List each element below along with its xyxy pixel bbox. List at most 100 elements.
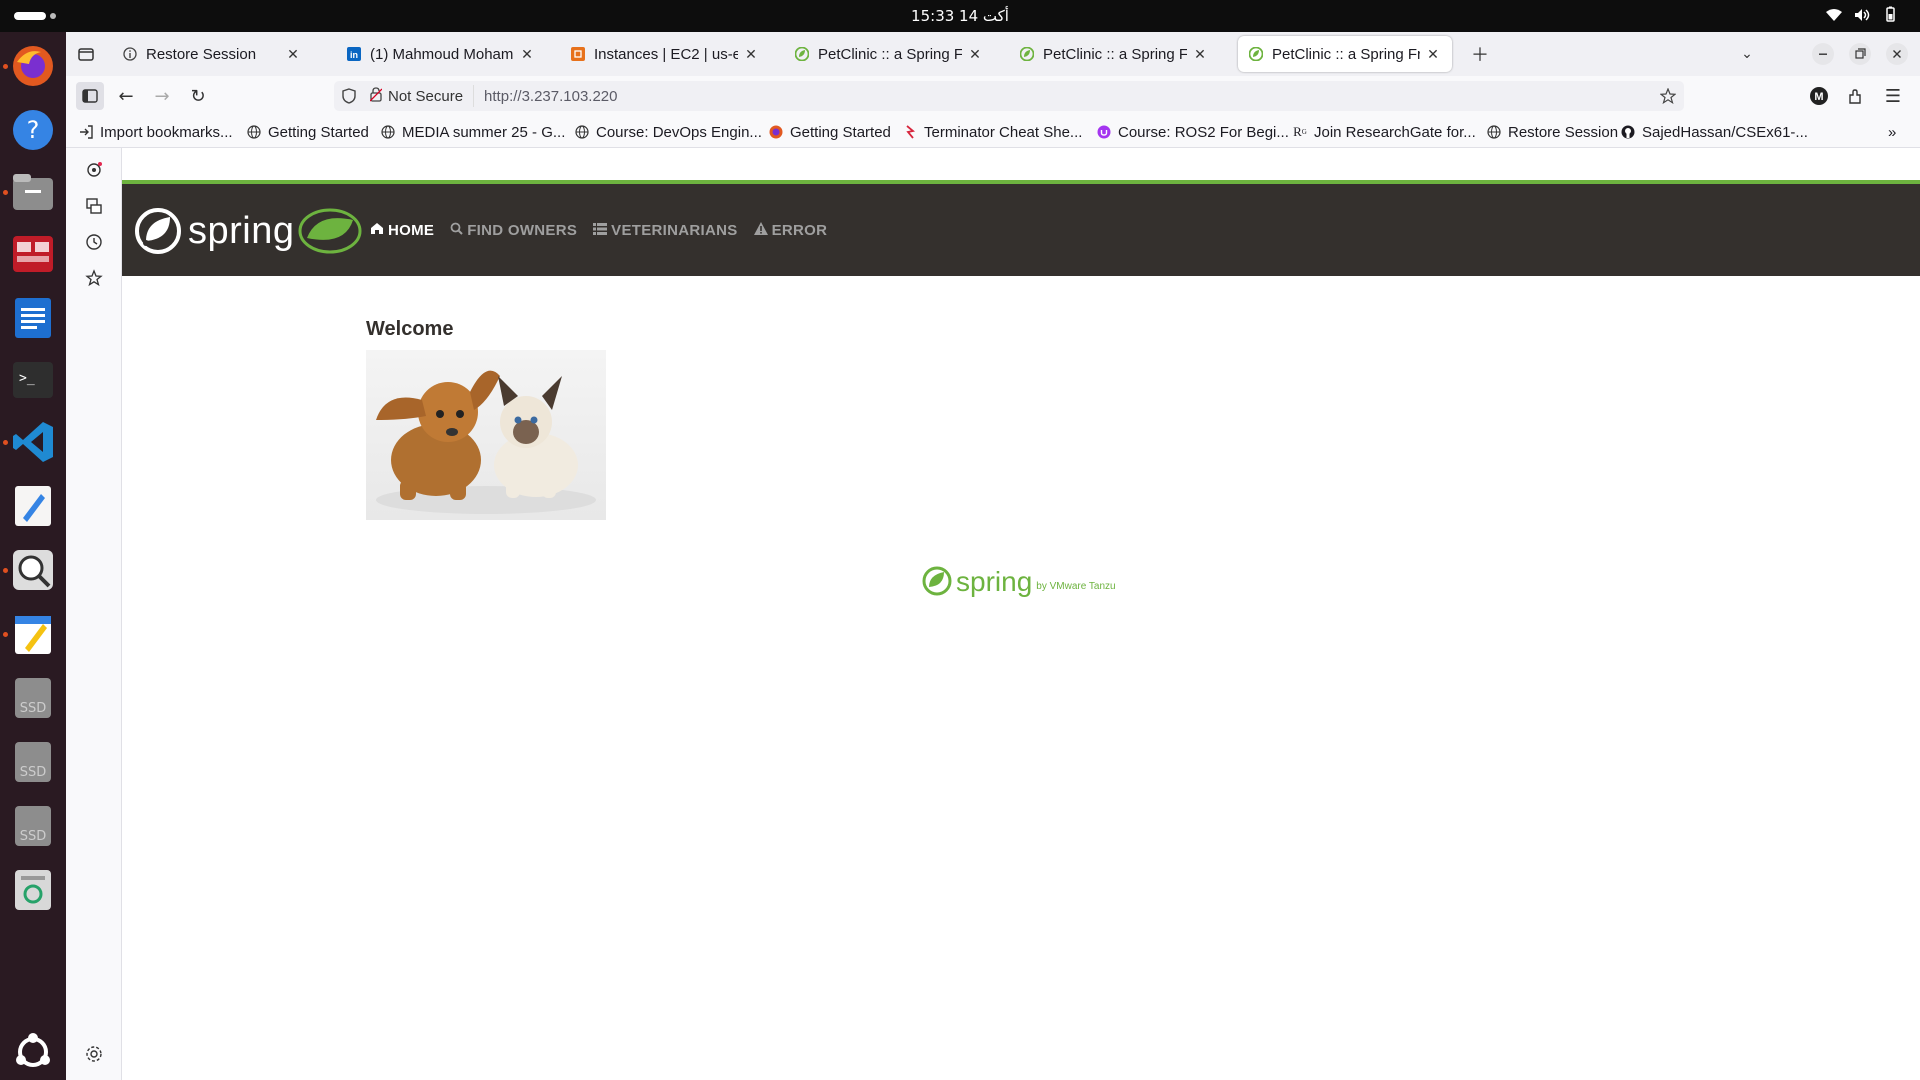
tab-ec2[interactable]: Instances | EC2 | us-east-1 ✕: [560, 36, 770, 72]
github-icon: [1620, 124, 1636, 140]
researchgate-icon: RG: [1293, 124, 1307, 139]
aws-ec2-icon: [570, 46, 586, 62]
search-icon: [450, 222, 463, 239]
firefox-window: Restore Session ✕ in (1) Mahmoud Mohamed…: [66, 32, 1920, 1080]
volume-icon: [1854, 7, 1870, 26]
spring-petclinic-logo[interactable]: spring: [134, 206, 363, 256]
close-icon[interactable]: ✕: [518, 46, 536, 63]
bookmark-item[interactable]: MEDIA summer 25 - G...: [380, 122, 565, 142]
close-icon[interactable]: ✕: [1424, 46, 1442, 63]
spring-logo-icon: [922, 566, 952, 596]
more-bookmarks-chevron-icon[interactable]: »: [1888, 122, 1896, 142]
text-editor-icon[interactable]: [9, 482, 57, 530]
close-icon[interactable]: ✕: [966, 46, 984, 63]
nav-veterinarians[interactable]: VETERINARIANS: [593, 222, 737, 239]
tab-bar: Restore Session ✕ in (1) Mahmoud Mohamed…: [66, 32, 1920, 76]
help-icon[interactable]: ?: [9, 106, 57, 154]
dock: ? >_ SSD SSD SSD: [0, 32, 66, 1080]
navigation-toolbar: ← → ↻ Not Secure http://3.237.103.220 M …: [66, 76, 1920, 116]
bookmark-item[interactable]: RG Join ResearchGate for...: [1292, 122, 1476, 142]
close-icon[interactable]: ✕: [742, 46, 760, 63]
restore-button[interactable]: [1846, 40, 1874, 68]
tab-linkedin[interactable]: in (1) Mahmoud Mohamed | ✕: [336, 36, 546, 72]
globe-icon: [574, 124, 590, 140]
primary-nav: HOME FIND OWNERS VETERINARIANS ERROR: [370, 222, 827, 239]
udemy-icon: [1096, 124, 1112, 140]
linkedin-icon: in: [346, 46, 362, 62]
new-tab-button[interactable]: ＋: [1466, 40, 1494, 68]
firefox-view-icon[interactable]: [72, 40, 100, 68]
spring-leaf-icon: [794, 46, 810, 62]
bookmark-item[interactable]: SajedHassan/CSEx61-...: [1620, 122, 1808, 142]
bookmark-item[interactable]: Terminator Cheat She...: [902, 122, 1082, 142]
tab-petclinic-2[interactable]: PetClinic :: a Spring Framework ✕: [1009, 36, 1219, 72]
trash-icon[interactable]: [9, 866, 57, 914]
wifi-icon: [1826, 7, 1842, 26]
firefox-icon[interactable]: [9, 42, 57, 90]
globe-icon: [246, 124, 262, 140]
terminal-icon[interactable]: >_: [9, 356, 57, 404]
history-clock-icon[interactable]: [80, 228, 108, 256]
bookmark-item[interactable]: Getting Started: [768, 122, 891, 142]
svg-text:SSD: SSD: [20, 765, 47, 780]
page-heading: Welcome: [366, 318, 454, 340]
ssd-icon-3[interactable]: SSD: [9, 802, 57, 850]
footer-spring-logo[interactable]: spring by VMware Tanzu: [922, 566, 1116, 596]
clock[interactable]: 15:33 14 أكت: [0, 0, 1920, 32]
account-avatar[interactable]: M: [1805, 82, 1833, 110]
close-icon[interactable]: ✕: [284, 46, 302, 63]
address-bar[interactable]: Not Secure http://3.237.103.220: [334, 81, 1684, 111]
tab-list-chevron-icon[interactable]: ⌄: [1733, 40, 1761, 68]
bookmark-item[interactable]: Getting Started: [246, 122, 369, 142]
menu-hamburger-icon[interactable]: ☰: [1879, 82, 1907, 110]
settings-gear-icon[interactable]: [80, 1040, 108, 1068]
nav-find-owners[interactable]: FIND OWNERS: [450, 222, 577, 239]
broken-lock-icon: [369, 86, 383, 106]
bookmark-star-icon[interactable]: [1660, 88, 1676, 104]
globe-icon: [1486, 124, 1502, 140]
warning-icon: [753, 222, 768, 239]
notes-icon[interactable]: [9, 610, 57, 658]
close-icon[interactable]: ✕: [1191, 46, 1209, 63]
writer-icon[interactable]: [9, 294, 57, 342]
app-icon-red[interactable]: [9, 230, 57, 278]
tab-petclinic-3-active[interactable]: PetClinic :: a Spring Framework ✕: [1238, 36, 1452, 72]
shield-icon[interactable]: [334, 88, 362, 104]
browser-sidebar: [66, 148, 122, 1080]
url-text[interactable]: http://3.237.103.220: [474, 88, 617, 105]
nav-error[interactable]: ERROR: [753, 222, 828, 239]
ssd-icon-1[interactable]: SSD: [9, 674, 57, 722]
files-icon[interactable]: [9, 168, 57, 216]
minimize-button[interactable]: [1809, 40, 1837, 68]
back-arrow-icon[interactable]: ←: [112, 82, 140, 110]
ai-chatbot-icon[interactable]: [80, 156, 108, 184]
synced-tabs-icon[interactable]: [80, 192, 108, 220]
tab-petclinic-1[interactable]: PetClinic :: a Spring Framework ✕: [784, 36, 994, 72]
globe-icon: [380, 124, 396, 140]
close-window-button[interactable]: [1883, 40, 1911, 68]
web-page-content: spring HOME FIND OWNERS VETERINARIANS ER…: [122, 148, 1920, 1080]
not-secure-indicator[interactable]: Not Secure: [362, 85, 475, 107]
search-app-icon[interactable]: [9, 546, 57, 594]
bookmark-item[interactable]: Course: ROS2 For Begi...: [1096, 122, 1289, 142]
extensions-icon[interactable]: [1842, 82, 1870, 110]
pets-image: [366, 350, 606, 520]
battery-icon: [1882, 6, 1898, 26]
spring-leaf-icon: [1019, 46, 1035, 62]
show-apps-icon[interactable]: [9, 1028, 57, 1076]
list-icon: [593, 222, 608, 239]
forward-arrow-icon[interactable]: →: [148, 82, 176, 110]
reload-icon[interactable]: ↻: [184, 82, 212, 110]
ssd-icon-2[interactable]: SSD: [9, 738, 57, 786]
bookmark-item[interactable]: Course: DevOps Engin...: [574, 122, 762, 142]
vscode-icon[interactable]: [9, 418, 57, 466]
bookmark-item[interactable]: Restore Session: [1486, 122, 1618, 142]
green-leaf-icon: [298, 208, 361, 254]
bookmarks-toolbar: Import bookmarks... Getting Started MEDI…: [66, 116, 1920, 148]
nav-home[interactable]: HOME: [370, 222, 434, 239]
sidebar-toggle-icon[interactable]: [76, 82, 104, 110]
system-tray[interactable]: [1826, 6, 1898, 26]
bookmark-item[interactable]: Import bookmarks...: [78, 122, 233, 142]
tab-restore-session[interactable]: Restore Session ✕: [112, 36, 312, 72]
bookmarks-star-icon[interactable]: [80, 264, 108, 292]
